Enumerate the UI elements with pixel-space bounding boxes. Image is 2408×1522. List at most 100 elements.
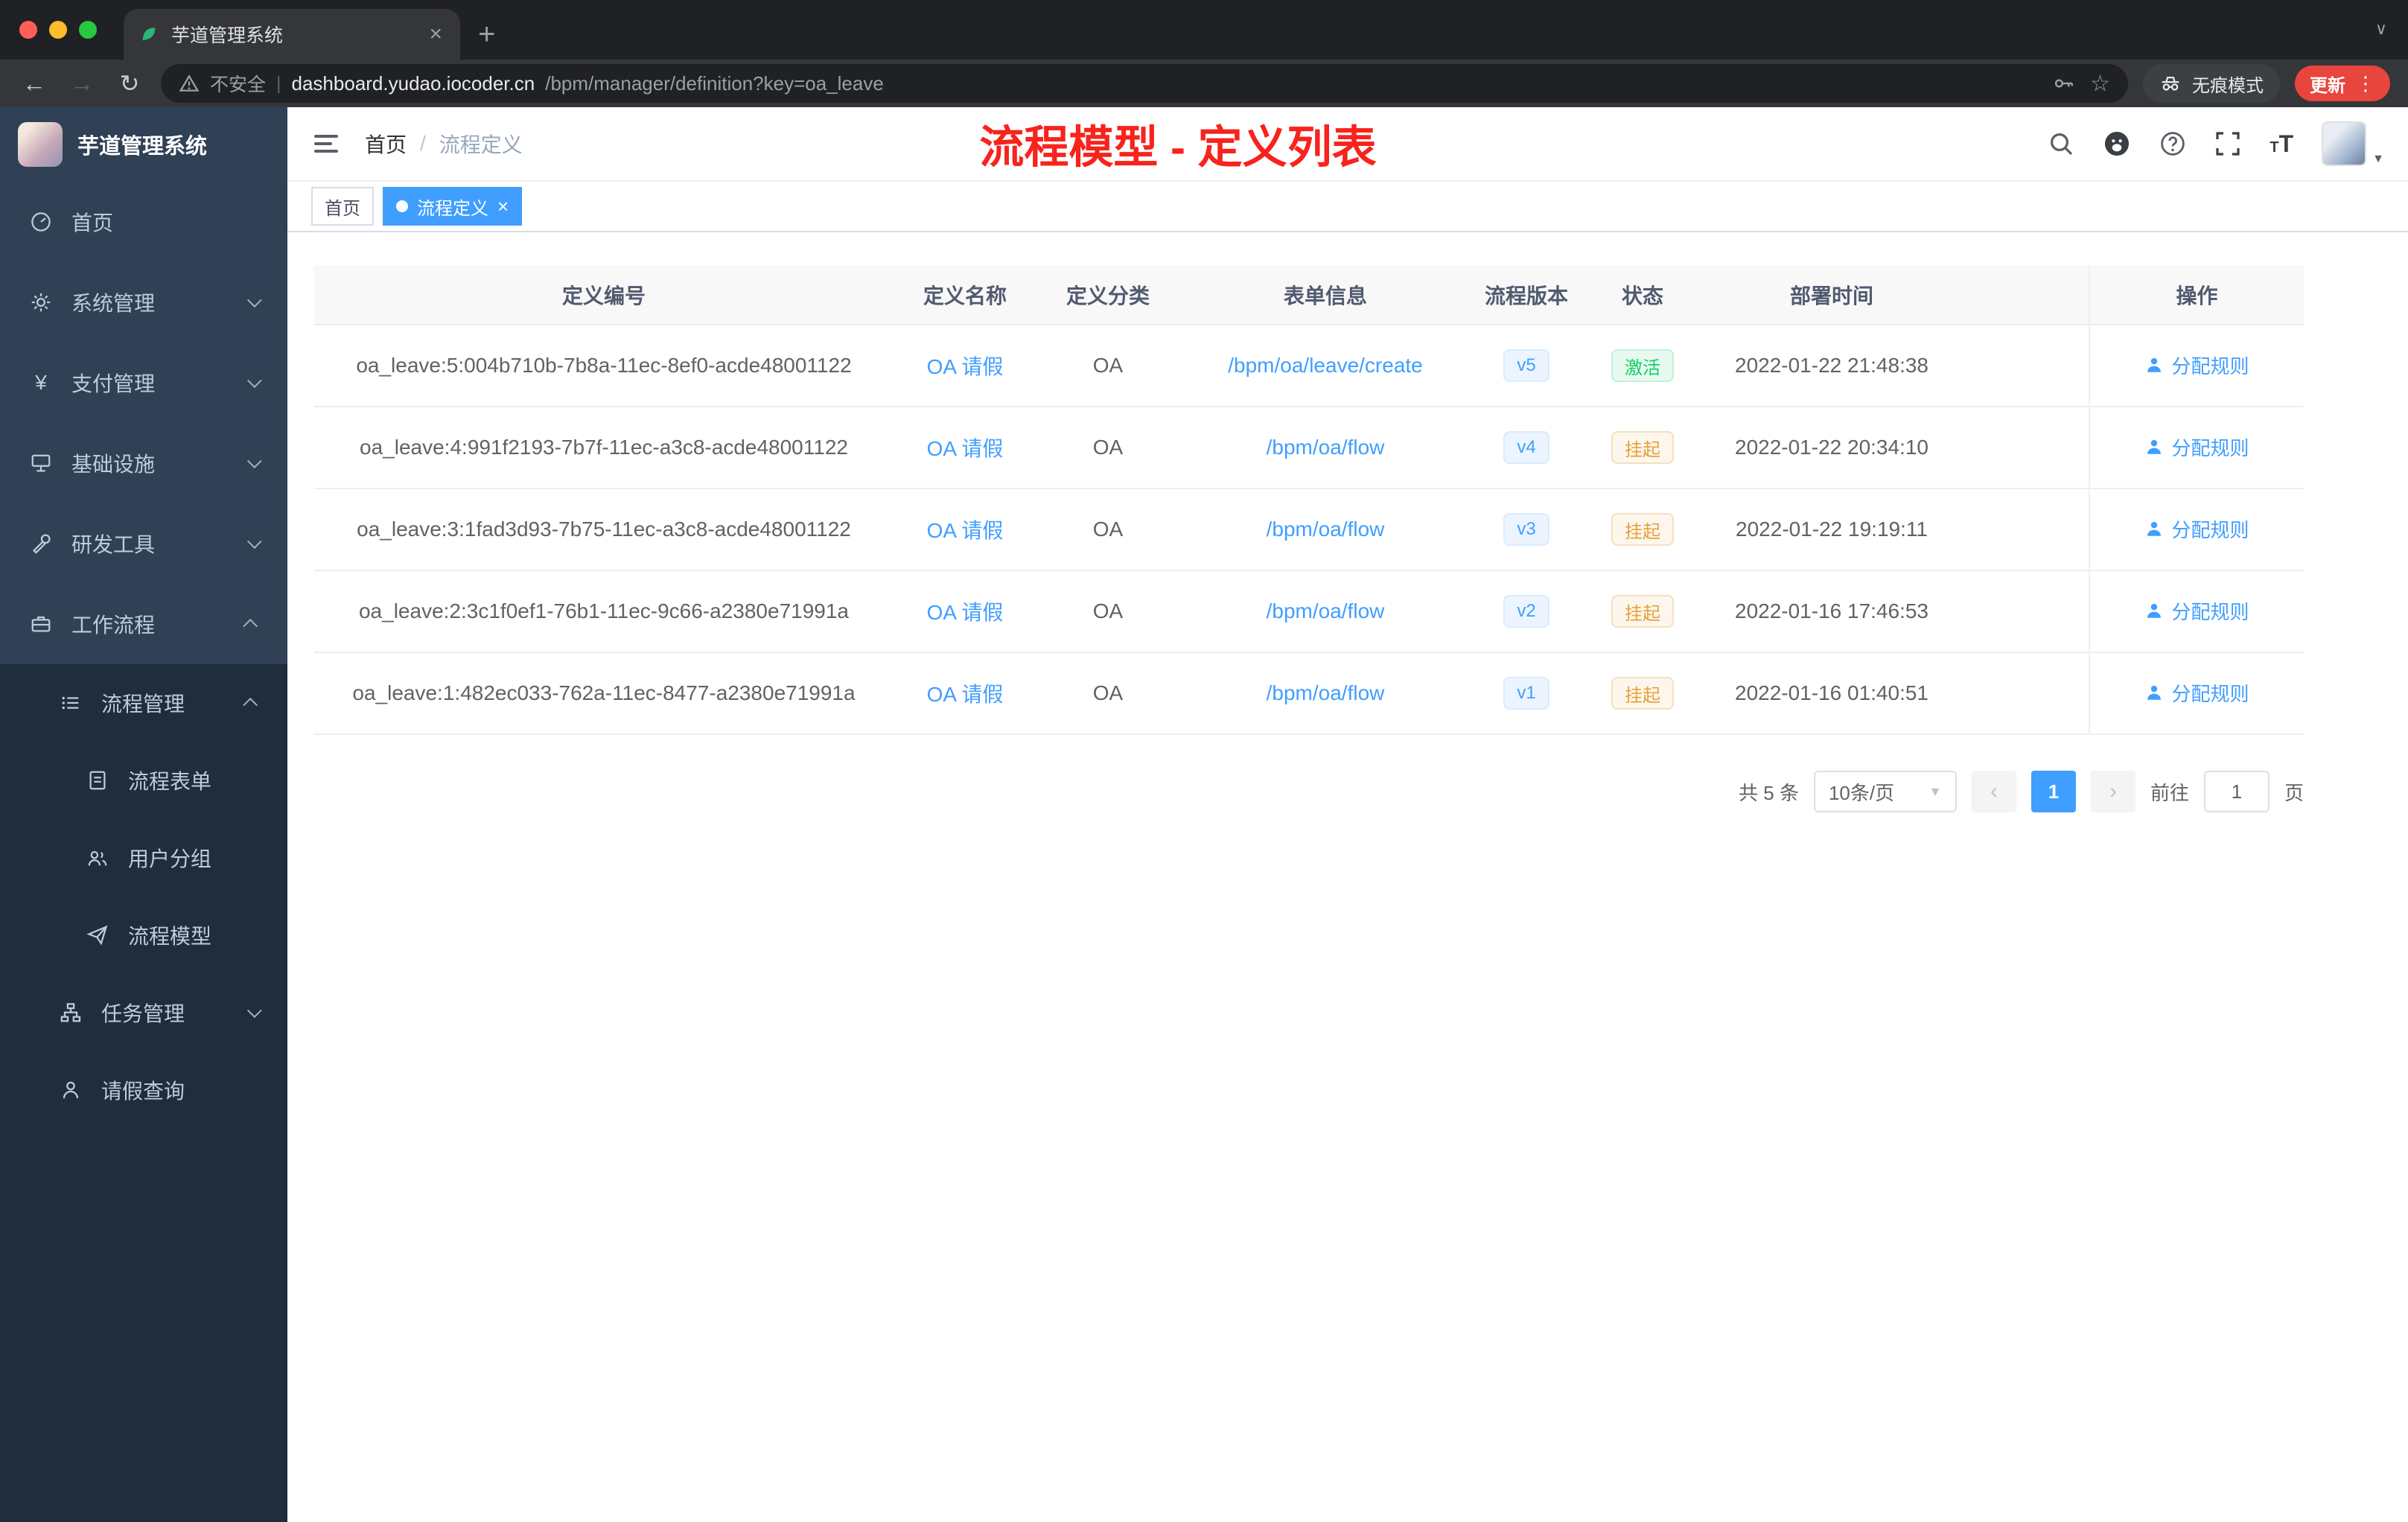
next-page-button[interactable]: › (2090, 771, 2135, 812)
assign-rule-button[interactable]: 分配规则 (2144, 679, 2249, 707)
help-icon[interactable] (2159, 130, 2186, 157)
sidebar-item-label: 任务管理 (101, 1002, 185, 1025)
logo-avatar (18, 122, 63, 167)
definition-table: 定义编号 定义名称 定义分类 表单信息 流程版本 状态 部署时间 操作 oa_l… (314, 265, 2304, 735)
page-size-select[interactable]: 10条/页 ▼ (1813, 771, 1957, 812)
tab-favicon (142, 28, 156, 41)
incognito-icon (2162, 77, 2179, 91)
hamburger-icon[interactable] (311, 129, 341, 159)
sidebar-item-leave-query[interactable]: 请假查询 (0, 1051, 287, 1129)
window-zoom-button[interactable] (79, 21, 97, 39)
security-label[interactable]: 不安全 (210, 70, 266, 97)
action-label: 分配规则 (2171, 436, 2249, 459)
version-badge[interactable]: v4 (1503, 431, 1549, 464)
cell-deploy-time: 2022-01-16 01:40:51 (1704, 652, 1960, 735)
goto-label: 前往 (2150, 781, 2189, 804)
active-dot (396, 200, 408, 212)
tag-home[interactable]: 首页 (311, 187, 374, 226)
chevron-down-icon (246, 453, 262, 469)
sidebar-item-label: 请假查询 (101, 1080, 185, 1103)
chevron-up-icon (243, 697, 258, 713)
cell-definition-id: oa_leave:5:004b710b-7b8a-11ec-8ef0-acde4… (314, 325, 894, 407)
sidebar-item-label: 首页 (71, 211, 114, 235)
assign-rule-button[interactable]: 分配规则 (2144, 351, 2249, 379)
avatar (2322, 121, 2367, 166)
fullscreen-icon[interactable] (2214, 130, 2241, 157)
form-link[interactable]: /bpm/oa/flow (1267, 681, 1385, 704)
col-definition-category: 定义分类 (1036, 265, 1179, 325)
status-badge: 挂起 (1611, 677, 1674, 710)
sidebar-item-process-model[interactable]: 流程模型 (0, 897, 287, 974)
incognito-label: 无痕模式 (2192, 75, 2264, 96)
assign-rule-button[interactable]: 分配规则 (2144, 433, 2249, 461)
font-size-icon[interactable]: TT (2270, 130, 2293, 158)
sidebar-item-home[interactable]: 首页 (0, 182, 287, 262)
close-icon[interactable]: × (497, 197, 509, 216)
gear-icon (31, 293, 51, 312)
table-row: oa_leave:4:991f2193-7b7f-11ec-a3c8-acde4… (314, 407, 2304, 489)
sidebar-filler (0, 1129, 287, 1522)
browser-tab[interactable]: 芋道管理系统 × (124, 9, 460, 60)
browser-update-button[interactable]: 更新 ⋮ (2295, 66, 2390, 101)
url-path: /bpm/manager/definition?key=oa_leave (545, 71, 884, 95)
sidebar-item-label: 流程表单 (128, 770, 212, 793)
action-label: 分配规则 (2171, 600, 2249, 623)
top-navbar: 首页 / 流程定义 流程模型 - 定义列表 TT ▼ (287, 107, 2408, 182)
form-link[interactable]: /bpm/oa/flow (1267, 518, 1385, 541)
sidebar-item-payment-mgmt[interactable]: ¥ 支付管理 (0, 343, 287, 423)
url-omnibox[interactable]: 不安全 | dashboard.yudao.iocoder.cn /bpm/ma… (161, 64, 2128, 103)
assign-rule-button[interactable]: 分配规则 (2144, 597, 2249, 625)
version-badge[interactable]: v5 (1503, 349, 1549, 382)
cell-category: OA (1036, 325, 1179, 407)
cell-definition-id: oa_leave:3:1fad3d93-7b75-11ec-a3c8-acde4… (314, 488, 894, 571)
sidebar-item-label: 用户分组 (128, 847, 212, 870)
search-icon[interactable] (2048, 130, 2074, 157)
col-deploy-time: 部署时间 (1704, 265, 1960, 325)
github-icon[interactable] (2103, 130, 2131, 158)
new-tab-button[interactable]: + (460, 9, 513, 60)
tag-label: 首页 (325, 198, 360, 219)
sidebar-item-dev-tools[interactable]: 研发工具 (0, 503, 287, 584)
form-link[interactable]: /bpm/oa/flow (1267, 599, 1385, 623)
monitor-icon (31, 454, 51, 472)
definition-name-link[interactable]: OA 请假 (927, 437, 1004, 460)
user-avatar-menu[interactable]: ▼ (2322, 121, 2384, 166)
definition-name-link[interactable]: OA 请假 (927, 601, 1004, 624)
sidebar-item-process-form[interactable]: 流程表单 (0, 742, 287, 819)
browser-menu-kebab-icon[interactable]: ⋮ (2356, 72, 2375, 95)
definition-name-link[interactable]: OA 请假 (927, 519, 1004, 542)
sidebar-item-system-mgmt[interactable]: 系统管理 (0, 262, 287, 343)
sidebar-item-process-mgmt[interactable]: 流程管理 (0, 664, 287, 742)
password-key-icon[interactable] (2053, 72, 2075, 95)
tab-close-icon[interactable]: × (426, 22, 445, 47)
form-link[interactable]: /bpm/oa/flow (1267, 436, 1385, 459)
reload-button[interactable]: ↻ (113, 69, 146, 98)
sidebar-item-infrastructure[interactable]: 基础设施 (0, 423, 287, 503)
tab-search-caret-icon[interactable]: ∨ (2375, 19, 2387, 39)
version-badge[interactable]: v3 (1503, 513, 1549, 546)
forward-button[interactable]: → (66, 70, 98, 98)
action-label: 分配规则 (2171, 354, 2249, 378)
window-minimize-button[interactable] (49, 21, 67, 39)
yen-icon: ¥ (35, 371, 47, 394)
form-link[interactable]: /bpm/oa/leave/create (1228, 354, 1423, 377)
current-page-button[interactable]: 1 (2030, 771, 2076, 812)
sidebar-item-label: 研发工具 (71, 533, 156, 556)
sidebar-item-user-group[interactable]: 用户分组 (0, 819, 287, 897)
bookmark-star-icon[interactable]: ☆ (2090, 71, 2110, 97)
version-badge[interactable]: v1 (1503, 677, 1549, 710)
back-button[interactable]: ← (18, 70, 51, 98)
tab-title: 芋道管理系统 (171, 25, 284, 46)
sidebar-logo[interactable]: 芋道管理系统 (0, 107, 287, 182)
tag-process-definition[interactable]: 流程定义 × (383, 187, 523, 226)
assign-rule-button[interactable]: 分配规则 (2144, 515, 2249, 543)
definition-name-link[interactable]: OA 请假 (927, 683, 1004, 706)
prev-page-button[interactable]: ‹ (1971, 771, 2016, 812)
version-badge[interactable]: v2 (1503, 595, 1549, 628)
window-close-button[interactable] (19, 21, 37, 39)
breadcrumb-home[interactable]: 首页 (365, 129, 407, 159)
definition-name-link[interactable]: OA 请假 (927, 355, 1004, 378)
sidebar-item-task-mgmt[interactable]: 任务管理 (0, 974, 287, 1051)
goto-page-input[interactable] (2203, 771, 2270, 812)
sidebar-item-workflow[interactable]: 工作流程 (0, 584, 287, 664)
